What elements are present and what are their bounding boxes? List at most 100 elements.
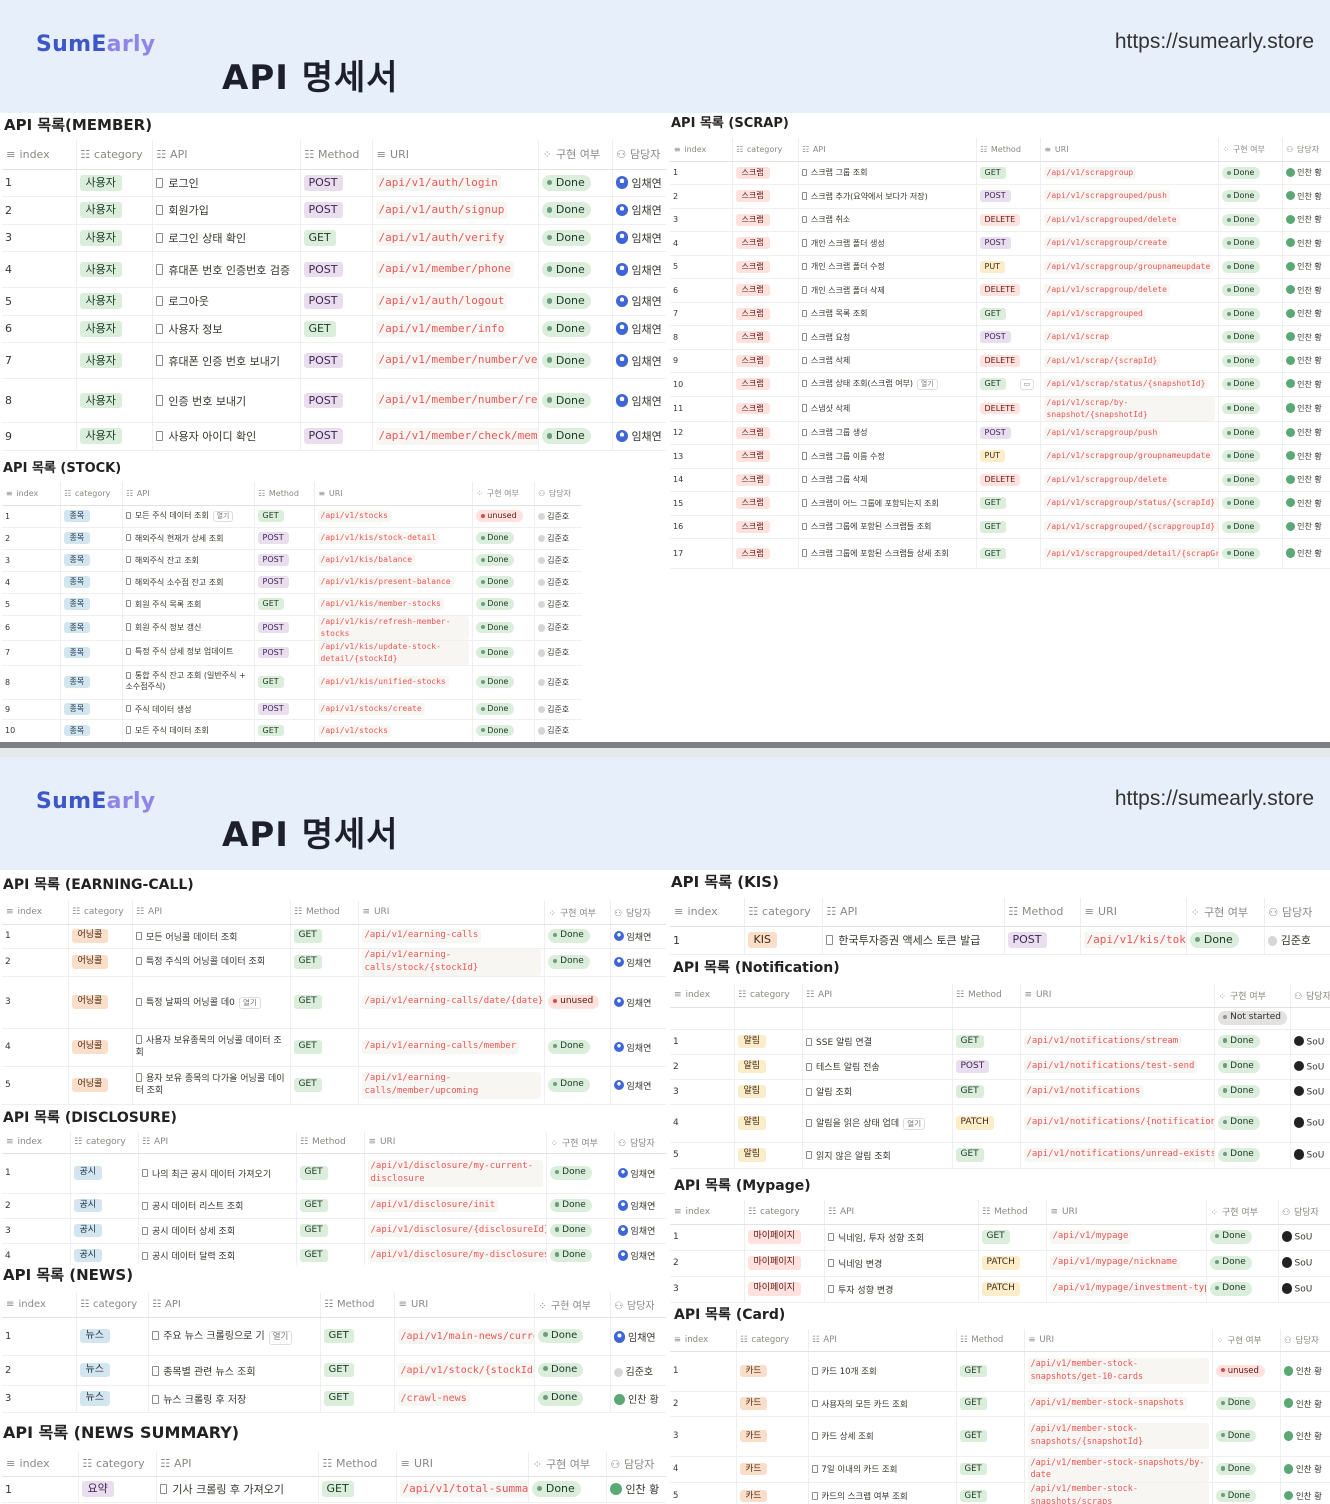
api-name[interactable]: 기사 크롤링 후 가져오기 (172, 1483, 284, 1496)
owner-column-header[interactable]: ⚇ 담당자 (610, 901, 666, 925)
api-name[interactable]: 스크랩 요청 (811, 333, 850, 342)
api-name[interactable]: 해외주식 소수점 잔고 조회 (135, 578, 224, 587)
api-cell[interactable]: 휴대폰 인증 번호 보내기 (152, 342, 301, 379)
table-row[interactable]: 3 공시 공시 데이터 상세 조회 GET/api/v1/disclosure/{di… (2, 1218, 666, 1244)
api-name[interactable]: 특정 주식 상세 정보 업데이트 (135, 647, 234, 656)
api-name[interactable]: 모든 주식 데이터 조회 (135, 726, 209, 735)
api-cell[interactable]: 기사 크롤링 후 가져오기 (156, 1476, 319, 1503)
status-column-header[interactable]: ⁘ 구현 여부 (546, 1132, 615, 1154)
table-row[interactable]: 1 요약 기사 크롤링 후 가져오기 GET/api/v1/total-summary… (2, 1476, 666, 1503)
table-row[interactable]: 3 알림 알림 조회 GET/api/v1/notifications Done SoU (670, 1079, 1330, 1105)
table-row[interactable]: 2 뉴스 종목별 관련 뉴스 조회 GET/api/v1/stock/{stockId… (2, 1355, 666, 1386)
status-column-header[interactable]: ⁘ 구현 여부 (538, 140, 613, 170)
api-column-header[interactable]: ☷ API (148, 1293, 321, 1318)
api-name[interactable]: 해외주식 잔고 조회 (135, 556, 199, 565)
api-name[interactable]: 7일 이내의 카드 조회 (821, 1465, 897, 1475)
method-column-header[interactable]: ☷ Method (956, 1329, 1025, 1352)
api-cell[interactable]: 사용자 정보 (152, 315, 301, 343)
api-name[interactable]: 스크랩 추가(요약에서 보다가 저장) (811, 192, 928, 201)
uri-column-header[interactable]: ≡ URI (1040, 138, 1219, 162)
api-name[interactable]: 스크랩 그룹에 포함된 스크랩들 조회 (811, 522, 932, 531)
category-column-header[interactable]: ☷ category (734, 984, 803, 1008)
table-row[interactable]: 12 스크랩 스크랩 그룹 생성 POST/api/v1/scrapgroup/pus… (670, 421, 1330, 445)
owner-column-header[interactable]: ⚇ 담당자 (1282, 138, 1330, 162)
index-column-header[interactable]: ≡ index (670, 1200, 745, 1225)
api-cell[interactable]: 개인 스크랩 폴더 삭제 (798, 278, 977, 303)
api-column-header[interactable]: ☷ API (138, 1132, 297, 1154)
api-cell[interactable]: 스크랩이 어느 그룹에 포함되는지 조회 (798, 491, 977, 516)
api-column-header[interactable]: ☷ API (802, 984, 953, 1008)
api-name[interactable]: 한국투자증권 액세스 토큰 발급 (838, 934, 980, 947)
api-cell[interactable]: 사용자의 모든 카드 조회 (808, 1391, 957, 1417)
api-name[interactable]: 스크랩 그룹 조회 (811, 168, 868, 177)
api-cell[interactable]: 특정 주식 상세 정보 업데이트 (122, 640, 255, 666)
table-row[interactable]: 5 알림 읽지 않은 알림 조회 GET/api/v1/notifications/u… (670, 1142, 1330, 1169)
owner-column-header[interactable]: ⚇ 담당자 (1264, 898, 1330, 927)
api-cell[interactable]: 공시 데이터 달력 조회 (138, 1243, 297, 1265)
index-column-header[interactable]: ≡ index (670, 984, 735, 1008)
api-name[interactable]: 개인 스크랩 폴더 수정 (811, 262, 885, 271)
table-row[interactable]: 3 뉴스 뉴스 크롤링 후 저장 GET/crawl-news Done 인찬 황 (2, 1385, 666, 1413)
api-cell[interactable]: 닉네임, 투자 성향 조회 (824, 1224, 979, 1251)
open-button[interactable]: 열기 (212, 511, 234, 522)
table-row[interactable]: 5 어닝콜 용자 보유 종목의 다가올 어닝콜 데이터 조회 GET/api/v1/e… (2, 1066, 666, 1105)
table-row[interactable]: 4 종목 해외주식 소수점 잔고 조회 POST/api/v1/kis/present… (2, 571, 582, 594)
index-column-header[interactable]: ≡ index (670, 898, 745, 927)
uri-column-header[interactable]: ≡ URI (358, 901, 545, 925)
api-cell[interactable]: 모든 주식 데이터 조회 (122, 719, 255, 742)
api-cell[interactable]: 읽지 않은 알림 조회 (802, 1142, 953, 1169)
api-name[interactable]: 휴대폰 인증 번호 보내기 (168, 355, 280, 368)
api-cell[interactable]: 통합 주식 잔고 조회 (일반주식 + 소수점주식) (122, 665, 255, 700)
method-column-header[interactable]: ☷ Method (976, 138, 1041, 162)
uri-column-header[interactable]: ≡ URI (396, 1452, 529, 1477)
api-name[interactable]: 특정 날짜의 어닝콜 데0 (146, 998, 235, 1008)
api-cell[interactable]: 공시 데이터 상세 조회 (138, 1218, 297, 1244)
uri-column-header[interactable]: ≡ URI (1024, 1329, 1213, 1352)
api-cell[interactable]: 스크랩 그룹 조회 (798, 161, 977, 185)
api-cell[interactable]: 로그인 (152, 169, 301, 197)
api-cell[interactable]: 7일 이내의 카드 조회 (808, 1456, 957, 1483)
table-row[interactable]: 3 카드 카드 상세 조회 GET/api/v1/member-stock-snaps… (670, 1416, 1330, 1457)
owner-column-header[interactable]: ⚇ 담당자 (534, 482, 582, 506)
uri-column-header[interactable]: ≡ URI (1020, 984, 1215, 1008)
api-name[interactable]: 스냅샷 삭제 (811, 404, 850, 413)
method-column-header[interactable]: ☷ Method (296, 1132, 365, 1154)
table-row[interactable]: 1 카드 카드 10개 조회 GET/api/v1/member-stock-snap… (670, 1351, 1330, 1392)
api-column-header[interactable]: ☷ API (808, 1329, 957, 1352)
api-cell[interactable]: 스크랩 그룹 생성 (798, 421, 977, 445)
api-name[interactable]: 스크랩 목록 조회 (811, 309, 868, 318)
table-row[interactable]: 1 종목 모든 주식 데이터 조회 열기 GET/api/v1/stocks unused… (2, 505, 582, 528)
uri-column-header[interactable]: ≡ URI (1080, 898, 1187, 927)
site-url[interactable]: https://sumearly.store (1115, 787, 1314, 811)
api-name[interactable]: 스크랩이 어느 그룹에 포함되는지 조회 (811, 499, 939, 508)
owner-column-header[interactable]: ⚇ 담당자 (614, 1132, 666, 1154)
table-row[interactable]: 5 스크랩 개인 스크랩 폴더 수정 PUT/api/v1/scrapgroup/gr… (670, 255, 1330, 279)
table-row[interactable]: 3 스크랩 스크랩 취소 DELETE/api/v1/scrapgrouped/del… (670, 208, 1330, 232)
api-column-header[interactable]: ☷ API (822, 898, 1005, 927)
index-column-header[interactable]: ≡ index (2, 1452, 79, 1477)
api-name[interactable]: 개인 스크랩 폴더 생성 (811, 239, 885, 248)
api-cell[interactable]: 나의 최근 공시 데이터 가져오기 (138, 1153, 297, 1194)
method-column-header[interactable]: ☷ Method (318, 1452, 397, 1477)
status-column-header[interactable]: ⁘ 구현 여부 (1186, 898, 1265, 927)
api-cell[interactable]: 뉴스 크롤링 후 저장 (148, 1385, 321, 1413)
api-cell[interactable]: 해외주식 잔고 조회 (122, 549, 255, 572)
table-row[interactable]: 1 마이페이지 닉네임, 투자 성향 조회 GET/api/v1/mypage Done… (670, 1224, 1330, 1251)
api-name[interactable]: 사용자 보유종목의 어닝콜 데이터 조회 (136, 1036, 282, 1058)
owner-column-header[interactable]: ⚇ 담당자 (612, 140, 666, 170)
api-name[interactable]: 카드 10개 조회 (821, 1367, 876, 1377)
uri-column-header[interactable]: ≡ URI (364, 1132, 547, 1154)
api-name[interactable]: 로그인 (168, 177, 198, 190)
api-name[interactable]: 테스트 알림 전송 (816, 1063, 880, 1073)
index-column-header[interactable]: ≡ index (2, 1132, 71, 1154)
table-row[interactable]: 3 종목 해외주식 잔고 조회 POST/api/v1/kis/balance Done… (2, 549, 582, 572)
api-cell[interactable]: 스크랩 삭제 (798, 349, 977, 373)
api-cell[interactable]: 사용자 보유종목의 어닝콜 데이터 조회 (132, 1028, 291, 1067)
api-cell[interactable]: 개인 스크랩 폴더 생성 (798, 231, 977, 256)
uri-column-header[interactable]: ≡ URI (372, 140, 539, 170)
table-row[interactable]: 7 사용자 휴대폰 인증 번호 보내기 POST/api/v1/member/numb… (2, 342, 666, 379)
index-column-header[interactable]: ≡ index (2, 482, 61, 506)
api-cell[interactable]: 한국투자증권 액세스 토큰 발급 (822, 926, 1005, 955)
api-cell[interactable]: 특정 주식의 어닝콜 데이터 조회 (132, 948, 291, 977)
category-column-header[interactable]: ☷ category (76, 140, 153, 170)
